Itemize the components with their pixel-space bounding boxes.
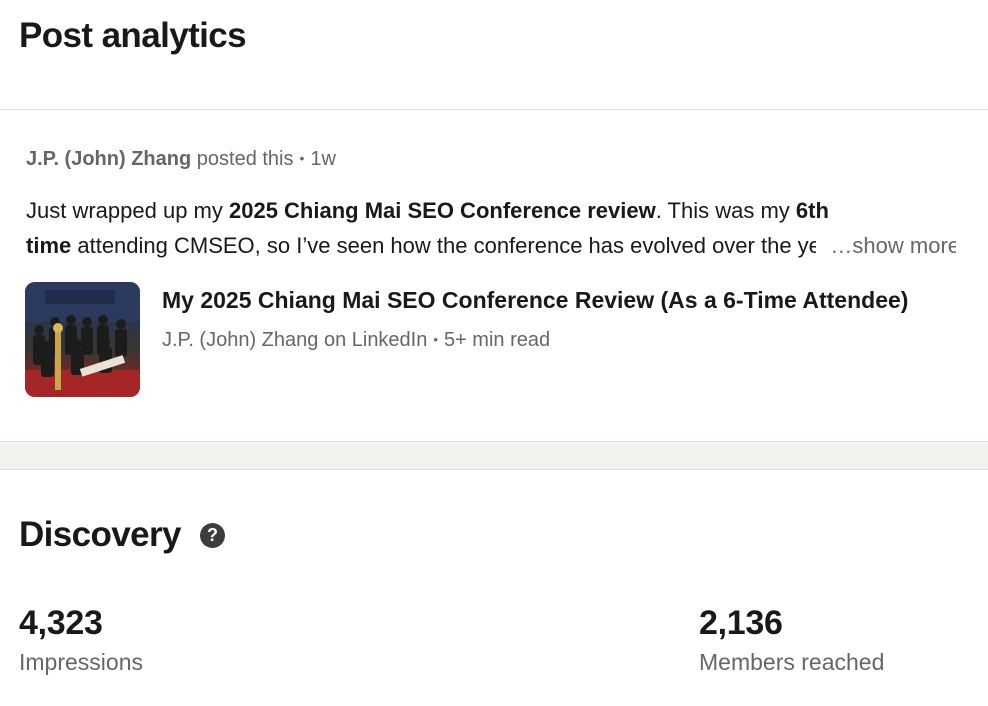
metric-label: Impressions <box>19 649 143 675</box>
post-text-line-2: time attending CMSEO, so I’ve seen how t… <box>26 228 956 263</box>
post-attribution: J.P. (John) Zhang posted this • 1w <box>26 148 336 171</box>
separator-dot: • <box>299 150 305 166</box>
post-action-text: posted this <box>196 148 294 170</box>
metric-value: 2,136 <box>699 604 783 642</box>
separator-dot: • <box>433 332 438 347</box>
metric-label: Members reached <box>699 649 885 675</box>
section-divider <box>0 441 988 470</box>
article-source: J.P. (John) Zhang on LinkedIn <box>162 329 428 351</box>
metric-value: 4,323 <box>19 604 103 642</box>
question-circle-icon[interactable]: ? <box>200 523 225 548</box>
post-time: 1w <box>310 148 336 170</box>
page-header: Post analytics <box>0 0 988 110</box>
article-preview[interactable]: My 2025 Chiang Mai SEO Conference Review… <box>25 282 965 398</box>
page-title: Post analytics <box>19 16 247 55</box>
article-meta: J.P. (John) Zhang on LinkedIn • 5+ min rea… <box>162 329 550 352</box>
post-text: Just wrapped up my 2025 Chiang Mai SEO C… <box>26 193 956 263</box>
article-read-time: 5+ min read <box>443 329 551 351</box>
show-more-button[interactable]: …show more <box>816 228 956 263</box>
post-text-line-1: Just wrapped up my 2025 Chiang Mai SEO C… <box>26 198 829 223</box>
article-title-link[interactable]: My 2025 Chiang Mai SEO Conference Review… <box>162 287 962 314</box>
metric-members-reached: 2,136 Members reached <box>699 604 884 676</box>
metric-impressions: 4,323 Impressions <box>19 604 143 676</box>
discovery-title: Discovery <box>19 515 182 554</box>
group-photo-image <box>25 282 140 397</box>
post-author-link[interactable]: J.P. (John) Zhang <box>26 148 191 170</box>
article-thumbnail[interactable] <box>25 282 140 397</box>
